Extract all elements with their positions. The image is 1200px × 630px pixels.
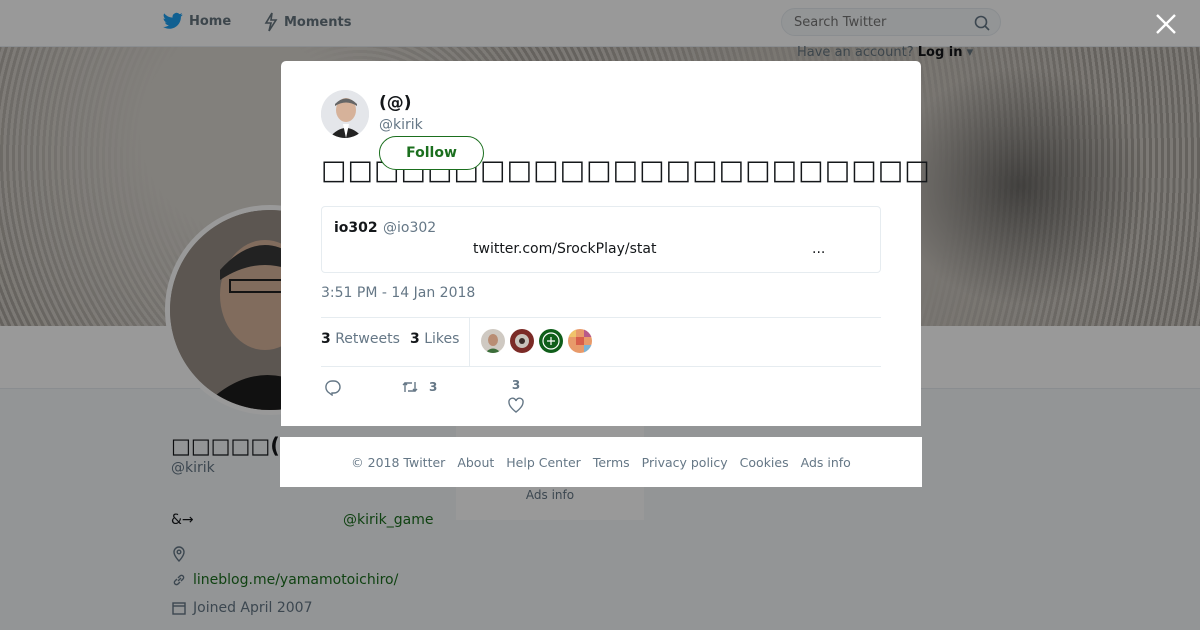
reply-button[interactable] [324,378,342,396]
stats-divider [469,318,470,366]
tweet-author-avatar[interactable] [321,90,369,138]
reply-icon [325,380,341,396]
liker-avatars [481,329,592,353]
liker-avatar[interactable] [539,329,563,353]
retweet-count: 3 [429,380,438,394]
tweet-timestamp[interactable]: 3:51 PM - 14 Jan 2018 [321,285,475,301]
tweet-actions: 3 3 [321,376,881,426]
retweet-button[interactable]: 3 [401,378,437,396]
footer-terms-link[interactable]: Terms [593,455,630,470]
quoted-ellipsis: ... [812,241,826,257]
likes-label: Likes [424,331,460,347]
footer-about-link[interactable]: About [457,455,494,470]
retweet-icon [402,382,418,392]
follow-button[interactable]: Follow [379,136,484,170]
quoted-author-handle: @io302 [383,220,437,236]
tweet-stats: 3 Retweets 3 Likes [321,317,881,367]
retweets-count: 3 [321,331,331,347]
modal-footer: © 2018 Twitter About Help Center Terms P… [280,437,922,487]
tweet-author-name[interactable]: (@) [379,93,412,113]
footer-cookies-link[interactable]: Cookies [740,455,789,470]
liker-avatar[interactable] [481,329,505,353]
like-button[interactable]: 3 [507,378,525,414]
like-count: 3 [511,378,521,392]
quoted-tweet[interactable]: io302 @io302 twitter.com/SrockPlay/stat … [321,206,881,273]
retweets-label: Retweets [335,331,400,347]
close-icon[interactable] [1154,12,1178,36]
likes-stat[interactable]: 3 Likes [410,331,459,347]
likes-count: 3 [410,331,420,347]
liker-avatar[interactable] [568,329,592,353]
tweet-modal: (@) @kirik □□□□□□□□□□□□□□□□□□□□□□□ Follo… [281,61,930,426]
retweets-stat[interactable]: 3 Retweets [321,331,400,347]
quoted-author-name: io302 [334,220,378,236]
quoted-link[interactable]: twitter.com/SrockPlay/stat [473,241,656,257]
footer-ads-link[interactable]: Ads info [801,455,851,470]
footer-privacy-link[interactable]: Privacy policy [642,455,728,470]
liker-avatar[interactable] [510,329,534,353]
tweet-author-handle[interactable]: @kirik [379,117,423,133]
avatar-photo [321,90,369,138]
heart-icon [508,397,524,413]
footer-help-link[interactable]: Help Center [506,455,581,470]
footer-copyright: © 2018 Twitter [351,454,446,470]
